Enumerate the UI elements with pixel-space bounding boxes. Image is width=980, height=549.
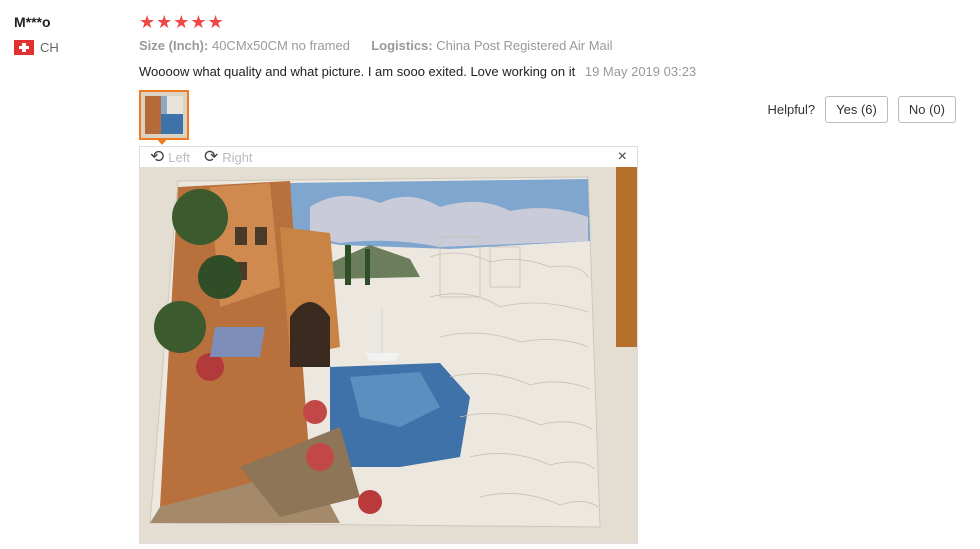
size-label: Size (Inch): [139,38,209,53]
review-date: 19 May 2019 03:23 [584,64,697,79]
close-icon[interactable]: × [618,148,627,166]
size-value: 40CMx50CM no framed [211,38,350,53]
helpful-vote: Helpful? Yes (6) No (0) [767,96,956,123]
country-code: CH [40,40,59,55]
rotate-left-button[interactable]: ⟲ Left [150,147,190,166]
rotate-right-icon: ⟳ [203,147,219,166]
review-content: Woooow what quality and what picture. I … [139,64,696,79]
rotate-left-icon: ⟲ [150,147,165,166]
reviewer-country: CH [14,40,59,55]
thumbnail-pointer [156,138,168,145]
logistics-value: China Post Registered Air Mail [436,38,613,53]
helpful-no-button[interactable]: No (0) [897,96,956,123]
review-photo-thumbnail[interactable] [139,90,189,140]
rotate-right-label: Right [222,149,253,165]
review-text: Woooow what quality and what picture. I … [139,64,576,79]
logistics-label: Logistics: [371,38,433,53]
swiss-flag-icon [14,40,34,55]
reviewer-name: M***o [14,14,51,30]
review-photo [140,167,637,543]
photo-viewer: ⟲ Left ⟳ Right × [139,146,638,544]
helpful-yes-button[interactable]: Yes (6) [825,96,888,123]
star-rating: ★★★★★ [139,12,225,32]
helpful-label: Helpful? [767,102,816,117]
rotate-left-label: Left [168,149,190,165]
rotate-right-button[interactable]: ⟳ Right [203,147,253,166]
viewer-toolbar: ⟲ Left ⟳ Right × [140,147,637,167]
thumbnail-image [141,92,187,138]
product-attributes: Size (Inch): 40CMx50CM no framed Logisti… [139,38,613,53]
